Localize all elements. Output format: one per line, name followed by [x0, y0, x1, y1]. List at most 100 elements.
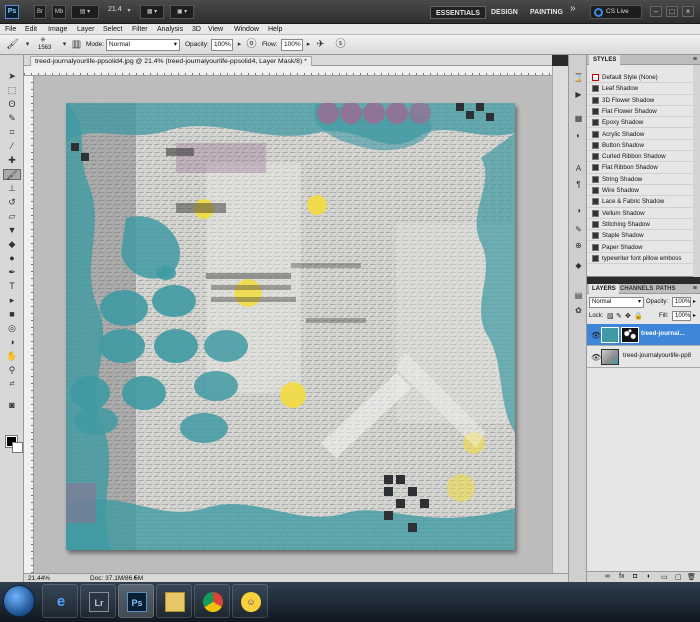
styles-scrollbar[interactable] [693, 65, 700, 277]
style-item[interactable]: Lace & Fabric Shadow [587, 196, 693, 208]
paint-bucket-tool-icon[interactable]: ▼ [3, 225, 21, 236]
maximize-button[interactable]: □ [666, 6, 678, 17]
trash-icon[interactable]: 🗑 [687, 573, 696, 581]
pen-tool-icon[interactable]: ✒ [3, 267, 21, 278]
layer-thumbnail[interactable] [601, 327, 619, 343]
marquee-tool-icon[interactable]: ⬚ [3, 85, 21, 96]
opacity-field[interactable]: 100% [211, 39, 233, 51]
tab-paths[interactable]: PATHS [653, 284, 678, 294]
workspace-design[interactable]: DESIGN [486, 6, 523, 19]
brush-panel-icon[interactable]: ▥ [70, 38, 83, 51]
brush-size[interactable]: 1563 [38, 45, 51, 51]
hand-tool-icon[interactable]: ✋ [3, 351, 21, 362]
menu-edit[interactable]: Edit [25, 24, 37, 35]
type-tool-icon[interactable]: T [3, 281, 21, 292]
style-item[interactable]: Acrylic Shadow [587, 129, 693, 140]
menu-select[interactable]: Select [103, 24, 122, 35]
navigator-panel-icon[interactable]: ✿ [573, 305, 584, 316]
airbrush-icon[interactable]: ✈ [314, 38, 327, 51]
more-workspaces-icon[interactable]: » [570, 3, 576, 14]
zoom-tool-icon[interactable]: ⚲ [3, 365, 21, 376]
layer-row[interactable]: 👁 treed-journal... [587, 324, 700, 346]
eyedropper-tool-icon[interactable]: ⁄ [3, 141, 21, 152]
menu-3d[interactable]: 3D [192, 24, 201, 35]
style-item[interactable]: Staple Shadow [587, 230, 693, 242]
tab-channels[interactable]: CHANNELS [617, 284, 656, 294]
clone-source-panel-icon[interactable]: ⊕ [573, 240, 584, 251]
shape-tool-icon[interactable]: ■ [3, 309, 21, 320]
arrange-documents-button[interactable]: ▦ ▾ [140, 5, 164, 19]
tool-presets-panel-icon[interactable]: ▤ [573, 290, 584, 301]
vertical-scrollbar[interactable] [552, 66, 568, 573]
new-layer-icon[interactable]: ▢ [675, 573, 682, 581]
layer-opacity-field[interactable]: 100% [672, 297, 691, 307]
style-item[interactable]: String Shadow [587, 174, 693, 185]
tab-styles[interactable]: STYLES [589, 55, 621, 65]
style-item[interactable]: Flat Ribbon Shadow [587, 162, 693, 174]
3d-orbit-tool-icon[interactable]: ◑ [3, 337, 21, 348]
chrome-icon[interactable] [194, 584, 230, 618]
eye-icon[interactable]: 👁 [591, 353, 601, 362]
menu-image[interactable]: Image [48, 24, 67, 35]
fill-dropdown-icon[interactable]: ▸ [693, 312, 696, 319]
flow-field[interactable]: 100% [281, 39, 303, 51]
layer-mask-thumbnail[interactable] [621, 327, 639, 343]
vertical-ruler[interactable] [24, 76, 34, 573]
close-button[interactable]: × [682, 6, 694, 17]
workspace-essentials[interactable]: ESSENTIALS [430, 6, 486, 19]
mode-select[interactable]: Normal ▾ [106, 39, 180, 51]
blend-mode-select[interactable]: Normal ▾ [589, 297, 644, 308]
style-item[interactable]: Leaf Shadow [587, 83, 693, 95]
panel-menu-icon[interactable]: ≡ [693, 55, 697, 65]
zoom-dropdown-icon[interactable]: ▾ [126, 5, 132, 19]
fill-field[interactable]: 100% [672, 311, 691, 321]
screen-mode-button[interactable]: ▣ ▾ [170, 5, 194, 19]
yahoo-messenger-icon[interactable]: ☺ [232, 584, 268, 618]
blur-tool-icon[interactable]: ◆ [3, 239, 21, 250]
layer-style-icon[interactable]: fx [619, 573, 624, 580]
history-brush-tool-icon[interactable]: ↺ [3, 197, 21, 208]
workspace-painting[interactable]: PAINTING [525, 6, 568, 19]
menu-view[interactable]: View [208, 24, 223, 35]
zoom-level[interactable]: 21.4 [108, 6, 122, 13]
clone-stamp-tool-icon[interactable]: ⊥ [3, 183, 21, 194]
lightroom-icon[interactable]: Lr [80, 584, 116, 618]
panel-menu-icon[interactable]: ≡ [693, 284, 697, 294]
adjustments-panel-icon[interactable]: ◐ [573, 130, 584, 141]
layer-name[interactable]: treed-journalyourlife-pp8 [623, 352, 698, 359]
background-color-swatch[interactable] [12, 442, 23, 453]
brush-preview-icon[interactable]: ✳ [40, 36, 46, 44]
style-item[interactable]: Stitching Shadow [587, 219, 693, 231]
style-item[interactable]: 3D Flower Shadow [587, 95, 693, 106]
mini-bridge-icon[interactable]: Mb [52, 5, 66, 19]
cs-live-button[interactable]: CS Live [590, 5, 642, 19]
lock-transparent-icon[interactable]: ▨ [607, 312, 614, 320]
minimize-button[interactable]: – [650, 6, 662, 17]
paragraph-panel-icon[interactable]: ¶ [573, 179, 584, 190]
style-item[interactable]: typewriter font pillow emboss [587, 253, 693, 265]
menu-file[interactable]: File [5, 24, 16, 35]
style-item[interactable]: Flat Flower Shadow [587, 106, 693, 118]
quick-selection-tool-icon[interactable]: ✎ [3, 113, 21, 124]
swap-colors-icon[interactable]: ⇄ [3, 379, 21, 390]
style-item[interactable]: Epoxy Shadow [587, 117, 693, 129]
pressure-opacity-icon[interactable]: ⓞ [245, 38, 258, 51]
brush-tool-icon[interactable]: 🖌 [3, 169, 21, 180]
brush-tool-icon[interactable]: 🖌 [6, 38, 19, 51]
character-panel-icon[interactable]: A [573, 163, 584, 174]
adjustment-layer-icon[interactable]: ◐ [647, 573, 651, 580]
dodge-tool-icon[interactable]: ● [3, 253, 21, 264]
explorer-icon[interactable] [156, 584, 192, 618]
bridge-icon[interactable]: Br [34, 5, 46, 19]
masks-panel-icon[interactable]: ◑ [573, 205, 584, 216]
document-canvas[interactable] [66, 103, 515, 550]
tool-preset-dropdown-icon[interactable]: ▾ [21, 38, 34, 51]
swatches-panel-icon[interactable]: ▦ [573, 113, 584, 124]
menu-layer[interactable]: Layer [77, 24, 95, 35]
move-tool-icon[interactable]: ➤ [3, 71, 21, 82]
style-item[interactable]: Vellum Shadow [587, 208, 693, 219]
path-selection-tool-icon[interactable]: ▸ [3, 295, 21, 306]
windows-start-button[interactable] [3, 585, 35, 617]
style-item[interactable]: Button Shadow [587, 140, 693, 152]
document-tab[interactable]: treed-journalyourlife-ppsolid4.jpg @ 21.… [30, 56, 312, 66]
